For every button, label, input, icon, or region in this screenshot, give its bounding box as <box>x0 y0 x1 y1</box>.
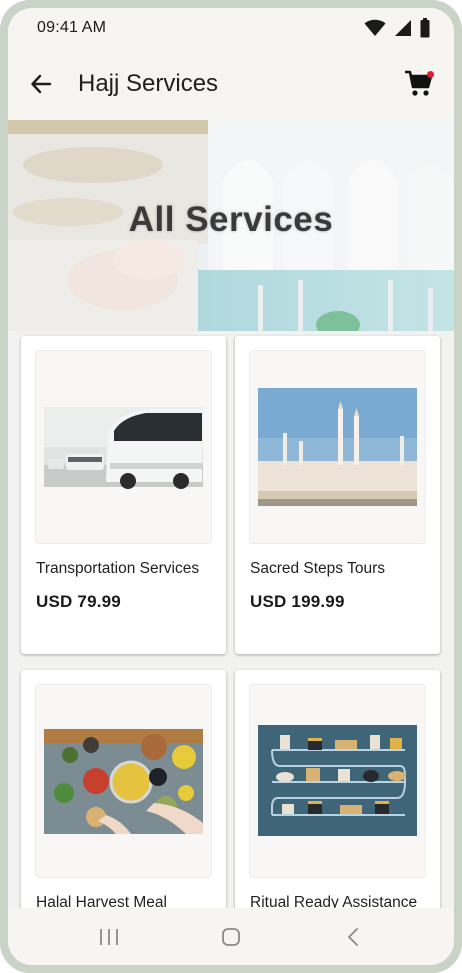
screen: 09:41 AM Hajj Services All Services Tran… <box>8 8 454 965</box>
food-table-photo <box>36 685 211 877</box>
hero-banner: All Services <box>8 120 454 331</box>
mosque-photo <box>250 351 425 543</box>
service-price: USD 79.99 <box>36 592 121 611</box>
system-back-button[interactable] <box>333 917 373 957</box>
service-title: Transportation Services <box>36 560 200 577</box>
back-button[interactable] <box>28 71 54 97</box>
cart-button[interactable] <box>404 68 436 100</box>
service-image <box>35 684 212 878</box>
app-bar: Hajj Services <box>8 48 454 120</box>
hero-title: All Services <box>128 200 334 239</box>
recent-apps-button[interactable] <box>89 917 129 957</box>
service-image <box>249 350 426 544</box>
signal-icon <box>395 20 411 36</box>
system-nav-bar <box>8 908 454 965</box>
service-image <box>249 684 426 878</box>
bus-photo <box>36 351 211 543</box>
recent-apps-icon <box>100 928 118 945</box>
status-bar: 09:41 AM <box>8 8 454 48</box>
home-circle-icon <box>222 927 240 946</box>
service-title: Sacred Steps Tours <box>250 560 385 577</box>
chevron-left-icon <box>348 927 358 946</box>
status-time: 09:41 AM <box>37 19 107 36</box>
wifi-icon <box>364 19 386 36</box>
ritual-illustration <box>250 685 425 877</box>
service-price: USD 199.99 <box>250 592 345 611</box>
status-icons <box>364 18 430 38</box>
cart-badge-dot <box>427 71 434 78</box>
arrow-left-icon <box>31 74 52 94</box>
page-title: Hajj Services <box>78 70 219 97</box>
service-card[interactable]: Transportation Services USD 79.99 <box>21 336 226 654</box>
phone-frame: 09:41 AM Hajj Services All Services Tran… <box>0 0 462 973</box>
battery-icon <box>420 18 430 38</box>
service-image <box>35 350 212 544</box>
home-button[interactable] <box>211 917 251 957</box>
service-card[interactable]: Sacred Steps Tours USD 199.99 <box>235 336 440 654</box>
